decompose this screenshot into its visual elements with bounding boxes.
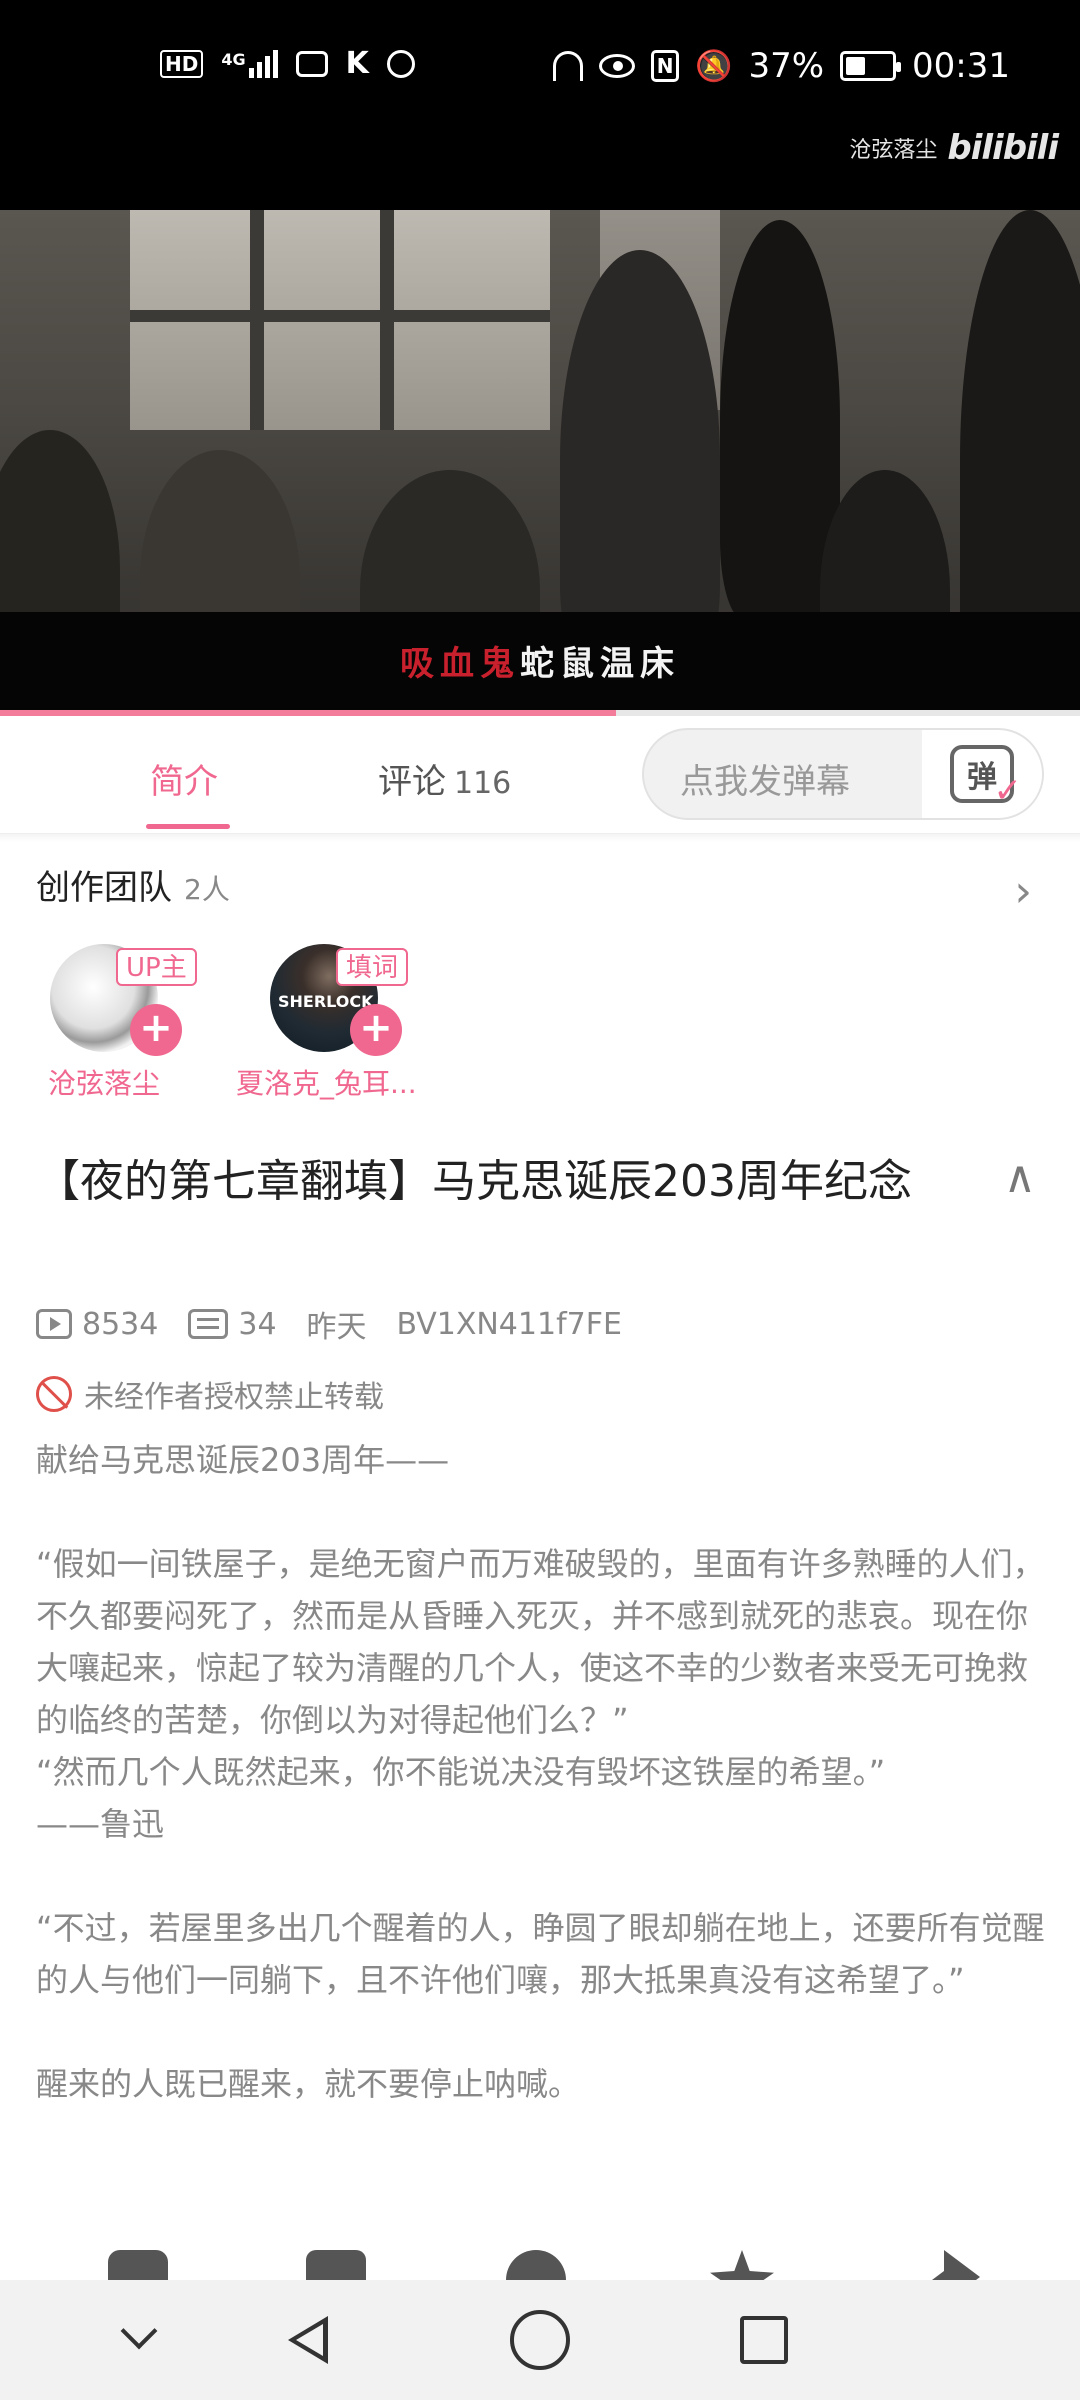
role-badge: UP主 — [116, 948, 197, 986]
share-icon[interactable] — [920, 2250, 980, 2280]
team-section-title[interactable]: 创作团队 2人 — [36, 860, 230, 909]
headphone-icon — [553, 51, 584, 81]
watermark-author: 沧弦落尘 — [849, 138, 938, 163]
subtitle-white-part: 蛇鼠温床 — [520, 644, 680, 684]
video-stats: 8534 34 昨天 BV1XN411f7FE — [36, 1302, 652, 1346]
clock: 00:31 — [912, 46, 1010, 86]
tab-comments-label: 评论 — [378, 762, 446, 802]
video-subtitle: 吸血鬼蛇鼠温床 — [0, 636, 1080, 685]
video-frame-mullion — [130, 310, 550, 322]
bilibili-tv-icon — [295, 50, 328, 77]
copyright-notice: 未经作者授权禁止转载 — [36, 1372, 384, 1416]
danmaku-placeholder: 点我发弹幕 — [680, 762, 850, 802]
team-count: 2人 — [184, 873, 230, 906]
description-gap — [36, 1850, 1050, 1902]
danmaku-icon: 弹 — [950, 745, 1022, 811]
recent-apps-icon[interactable] — [740, 2316, 788, 2364]
tab-active-indicator — [146, 824, 230, 829]
like-icon[interactable] — [108, 2250, 168, 2280]
member-name[interactable]: 夏洛克_兔耳... — [236, 1062, 417, 1102]
role-badge: 填词 — [336, 948, 409, 986]
dislike-icon[interactable] — [306, 2250, 366, 2280]
tab-intro[interactable]: 简介 — [150, 754, 218, 803]
description-line: “不过，若屋里多出几个醒着的人，睁圆了眼却躺在地上，还要所有觉醒的人与他们一同躺… — [36, 1909, 1045, 1999]
mute-bell-icon: 🔕 — [695, 48, 733, 84]
team-member[interactable]: UP主 + 沧弦落尘 — [16, 944, 216, 1104]
chevron-up-icon[interactable]: ∧ — [1004, 1152, 1036, 1203]
k-icon: K — [345, 46, 369, 81]
copyright-text: 未经作者授权禁止转载 — [84, 1380, 384, 1415]
tab-comments[interactable]: 评论 116 — [378, 754, 511, 803]
tab-comments-count: 116 — [454, 766, 512, 801]
divider — [0, 834, 1080, 842]
status-right-icons: N 🔕 37% 00:31 — [553, 46, 1010, 86]
description-line: “假如一间铁屋子，是绝无窗户而万难破毁的，里面有许多熟睡的人们，不久都要闷死了，… — [36, 1545, 1045, 1739]
bilibili-logo: bilibili — [947, 128, 1059, 168]
description-gap — [36, 1486, 1050, 1538]
system-nav-bar — [0, 2280, 1080, 2400]
follow-plus-button[interactable]: + — [350, 1004, 402, 1056]
description-line: ——鲁迅 — [36, 1805, 165, 1843]
description-line: 献给马克思诞辰203周年—— — [36, 1441, 450, 1479]
view-count-value: 8534 — [82, 1306, 159, 1342]
video-watermark: 沧弦落尘 bilibili — [849, 128, 1059, 168]
danmaku-count-icon — [188, 1309, 229, 1339]
member-name[interactable]: 沧弦落尘 — [48, 1062, 160, 1102]
action-bar — [0, 2244, 1080, 2280]
bvid: BV1XN411f7FE — [396, 1306, 622, 1342]
play-count-icon — [36, 1309, 72, 1339]
home-icon[interactable] — [510, 2310, 570, 2370]
nfc-icon: N — [651, 50, 680, 82]
publish-date: 昨天 — [306, 1310, 367, 1345]
danmaku-count: 34 — [188, 1306, 277, 1342]
danmaku-input[interactable]: 点我发弹幕 弹 — [642, 728, 1044, 820]
team-member[interactable]: SHERLOCK 填词 + 夏洛克_兔耳... — [236, 944, 436, 1104]
description-line: “然而几个人既然起来，你不能说决没有毁坏这铁屋的希望。” — [36, 1753, 886, 1791]
hd-icon: HD — [160, 49, 204, 78]
danmaku-count-value: 34 — [238, 1306, 277, 1342]
team-title-label: 创作团队 — [36, 868, 172, 908]
video-title: 【夜的第七章翻填】马克思诞辰203周年纪念 — [36, 1156, 912, 1207]
status-left-icons: HD 4G K — [160, 46, 415, 81]
video-frame-figure — [560, 250, 720, 670]
follow-plus-button[interactable]: + — [130, 1004, 182, 1056]
back-icon[interactable] — [280, 2310, 340, 2370]
favorite-star-icon[interactable] — [710, 2250, 774, 2280]
hotspot-icon — [386, 49, 415, 78]
danmaku-toggle-button[interactable]: 弹 — [922, 730, 1042, 818]
chevron-down-icon[interactable] — [110, 2310, 170, 2370]
video-description: 献给马克思诞辰203周年—— “假如一间铁屋子，是绝无窗户而万难破毁的，里面有许… — [36, 1434, 1050, 2110]
4g-signal-icon: 4G — [221, 49, 278, 78]
description-gap — [36, 2006, 1050, 2058]
battery-icon — [840, 51, 902, 81]
view-count: 8534 — [36, 1307, 158, 1342]
no-reprint-icon — [36, 1376, 72, 1412]
subtitle-red-part: 吸血鬼 — [400, 644, 520, 684]
description-line: 醒来的人既已醒来，就不要停止呐喊。 — [36, 2065, 581, 2103]
battery-percent: 37% — [748, 46, 825, 86]
chevron-right-icon[interactable]: › — [1014, 866, 1032, 917]
eye-icon — [599, 54, 636, 78]
coin-icon[interactable] — [506, 2250, 566, 2280]
